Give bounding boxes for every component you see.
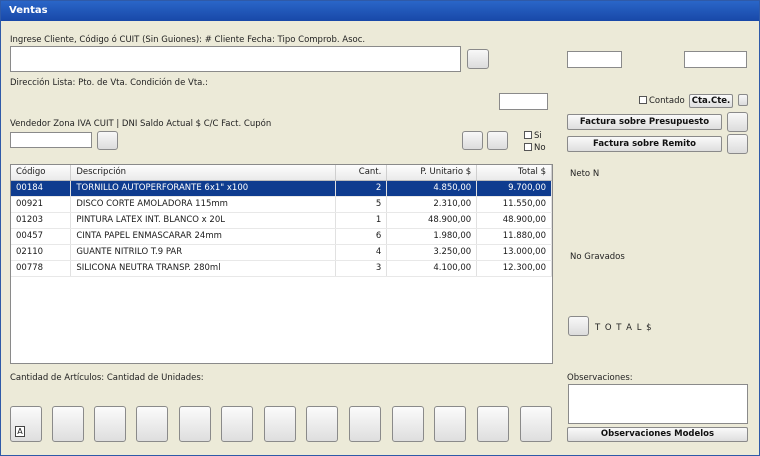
cliente-input[interactable] <box>10 46 461 72</box>
cupon-button-2[interactable] <box>487 131 508 150</box>
cell-codigo: 00457 <box>11 228 72 245</box>
action-button-11[interactable] <box>434 406 466 442</box>
cell-unitario: 2.310,00 <box>386 196 478 213</box>
contado-label: Contado <box>649 96 685 106</box>
contado-checkbox[interactable]: Contado <box>639 96 685 106</box>
factura-remito-button[interactable]: Factura sobre Remito <box>567 136 722 152</box>
table-row[interactable]: 00457 CINTA PAPEL ENMASCARAR 24mm 6 1.98… <box>11 228 552 245</box>
ventas-window: Ventas Ingrese Cliente, Código ó CUIT (S… <box>0 0 760 456</box>
window-title: Ventas <box>1 1 759 21</box>
no-gravados-label: No Gravados <box>570 252 625 262</box>
cell-descripcion: DISCO CORTE AMOLADORA 115mm <box>70 196 337 213</box>
si-label: Si <box>534 131 542 141</box>
cantidades-label: Cantidad de Artículos: Cantidad de Unida… <box>10 373 204 383</box>
cell-descripcion: CINTA PAPEL ENMASCARAR 24mm <box>70 228 337 245</box>
cell-cant: 6 <box>335 228 388 245</box>
action-button-8[interactable] <box>306 406 338 442</box>
direccion-label: Dirección Lista: Pto. de Vta. Condición … <box>10 78 208 88</box>
cell-descripcion: SILICONA NEUTRA TRANSP. 280ml <box>70 260 337 277</box>
comprob-asoc-input[interactable] <box>684 51 747 68</box>
cell-cant: 4 <box>335 244 388 261</box>
cell-codigo: 01203 <box>11 212 72 229</box>
action-button-13[interactable] <box>520 406 552 442</box>
cell-unitario: 48.900,00 <box>386 212 478 229</box>
contado-box[interactable] <box>639 96 647 104</box>
cell-descripcion: PINTURA LATEX INT. BLANCO x 20L <box>70 212 337 229</box>
cell-total: 13.000,00 <box>476 244 552 261</box>
action-button-1[interactable]: A <box>10 406 42 442</box>
cell-unitario: 4.100,00 <box>386 260 478 277</box>
cta-cte-toggle[interactable] <box>738 94 748 106</box>
si-box[interactable] <box>524 131 532 139</box>
action-button-7[interactable] <box>264 406 296 442</box>
cell-total: 12.300,00 <box>476 260 552 277</box>
table-row[interactable]: 00921 DISCO CORTE AMOLADORA 115mm 5 2.31… <box>11 196 552 213</box>
cta-cte-button[interactable]: Cta.Cte. <box>689 94 733 108</box>
cell-unitario: 1.980,00 <box>386 228 478 245</box>
cell-codigo: 00184 <box>11 180 72 197</box>
totals-button[interactable] <box>568 316 589 336</box>
action-button-2[interactable] <box>52 406 84 442</box>
factura-presupuesto-aux-button[interactable] <box>727 112 748 132</box>
items-grid[interactable]: Código Descripción Cant. P. Unitario $ T… <box>10 164 553 364</box>
header-cant[interactable]: Cant. <box>335 165 388 181</box>
cell-unitario: 3.250,00 <box>386 244 478 261</box>
observaciones-label: Observaciones: <box>567 373 633 383</box>
cell-total: 11.880,00 <box>476 228 552 245</box>
observaciones-modelos-button[interactable]: Observaciones Modelos <box>567 427 748 442</box>
totals-label: T O T A L $ <box>595 323 653 333</box>
no-label: No <box>534 143 546 153</box>
cell-total: 9.700,00 <box>476 180 552 197</box>
header-descripcion[interactable]: Descripción <box>70 165 337 181</box>
vendedor-label: Vendedor Zona IVA CUIT | DNI Saldo Actua… <box>10 119 272 129</box>
cell-cant: 5 <box>335 196 388 213</box>
header-codigo[interactable]: Código <box>11 165 72 181</box>
action-button-5[interactable] <box>179 406 211 442</box>
buscar-cliente-button[interactable] <box>467 49 489 69</box>
table-header-row: Código Descripción Cant. P. Unitario $ T… <box>11 165 552 181</box>
cell-codigo: 00778 <box>11 260 72 277</box>
cell-descripcion: GUANTE NITRILO T.9 PAR <box>70 244 337 261</box>
cell-codigo: 00921 <box>11 196 72 213</box>
table-row[interactable]: 02110 GUANTE NITRILO T.9 PAR 4 3.250,00 … <box>11 244 552 261</box>
action-button-12[interactable] <box>477 406 509 442</box>
cell-total: 48.900,00 <box>476 212 552 229</box>
action-button-10[interactable] <box>392 406 424 442</box>
pto-vta-input[interactable] <box>499 93 548 110</box>
action-button-3[interactable] <box>94 406 126 442</box>
fecha-input[interactable] <box>567 51 622 68</box>
si-checkbox[interactable]: Si <box>524 131 542 141</box>
header-unitario[interactable]: P. Unitario $ <box>386 165 478 181</box>
table-row[interactable]: 01203 PINTURA LATEX INT. BLANCO x 20L 1 … <box>11 212 552 229</box>
action-button-6[interactable] <box>221 406 253 442</box>
cell-cant: 2 <box>335 180 388 197</box>
table-row[interactable]: 00778 SILICONA NEUTRA TRANSP. 280ml 3 4.… <box>11 260 552 277</box>
action-button-1-tag: A <box>15 426 25 437</box>
cliente-label: Ingrese Cliente, Código ó CUIT (Sin Guio… <box>10 35 366 45</box>
neto-label: Neto N <box>570 169 600 179</box>
table-row[interactable]: 00184 TORNILLO AUTOPERFORANTE 6x1" x100 … <box>11 180 552 197</box>
action-button-4[interactable] <box>136 406 168 442</box>
no-checkbox[interactable]: No <box>524 143 546 153</box>
cell-cant: 3 <box>335 260 388 277</box>
buscar-vendedor-button[interactable] <box>97 131 118 150</box>
action-button-9[interactable] <box>349 406 381 442</box>
no-box[interactable] <box>524 143 532 151</box>
factura-remito-aux-button[interactable] <box>727 134 748 154</box>
cell-descripcion: TORNILLO AUTOPERFORANTE 6x1" x100 <box>70 180 337 197</box>
cell-unitario: 4.850,00 <box>386 180 478 197</box>
header-total[interactable]: Total $ <box>476 165 552 181</box>
factura-presupuesto-button[interactable]: Factura sobre Presupuesto <box>567 114 722 130</box>
vendedor-input[interactable] <box>10 132 92 148</box>
cell-codigo: 02110 <box>11 244 72 261</box>
cell-total: 11.550,00 <box>476 196 552 213</box>
cell-cant: 1 <box>335 212 388 229</box>
items-table: Código Descripción Cant. P. Unitario $ T… <box>11 165 552 277</box>
observaciones-textarea[interactable] <box>568 384 748 424</box>
cupon-button-1[interactable] <box>462 131 483 150</box>
